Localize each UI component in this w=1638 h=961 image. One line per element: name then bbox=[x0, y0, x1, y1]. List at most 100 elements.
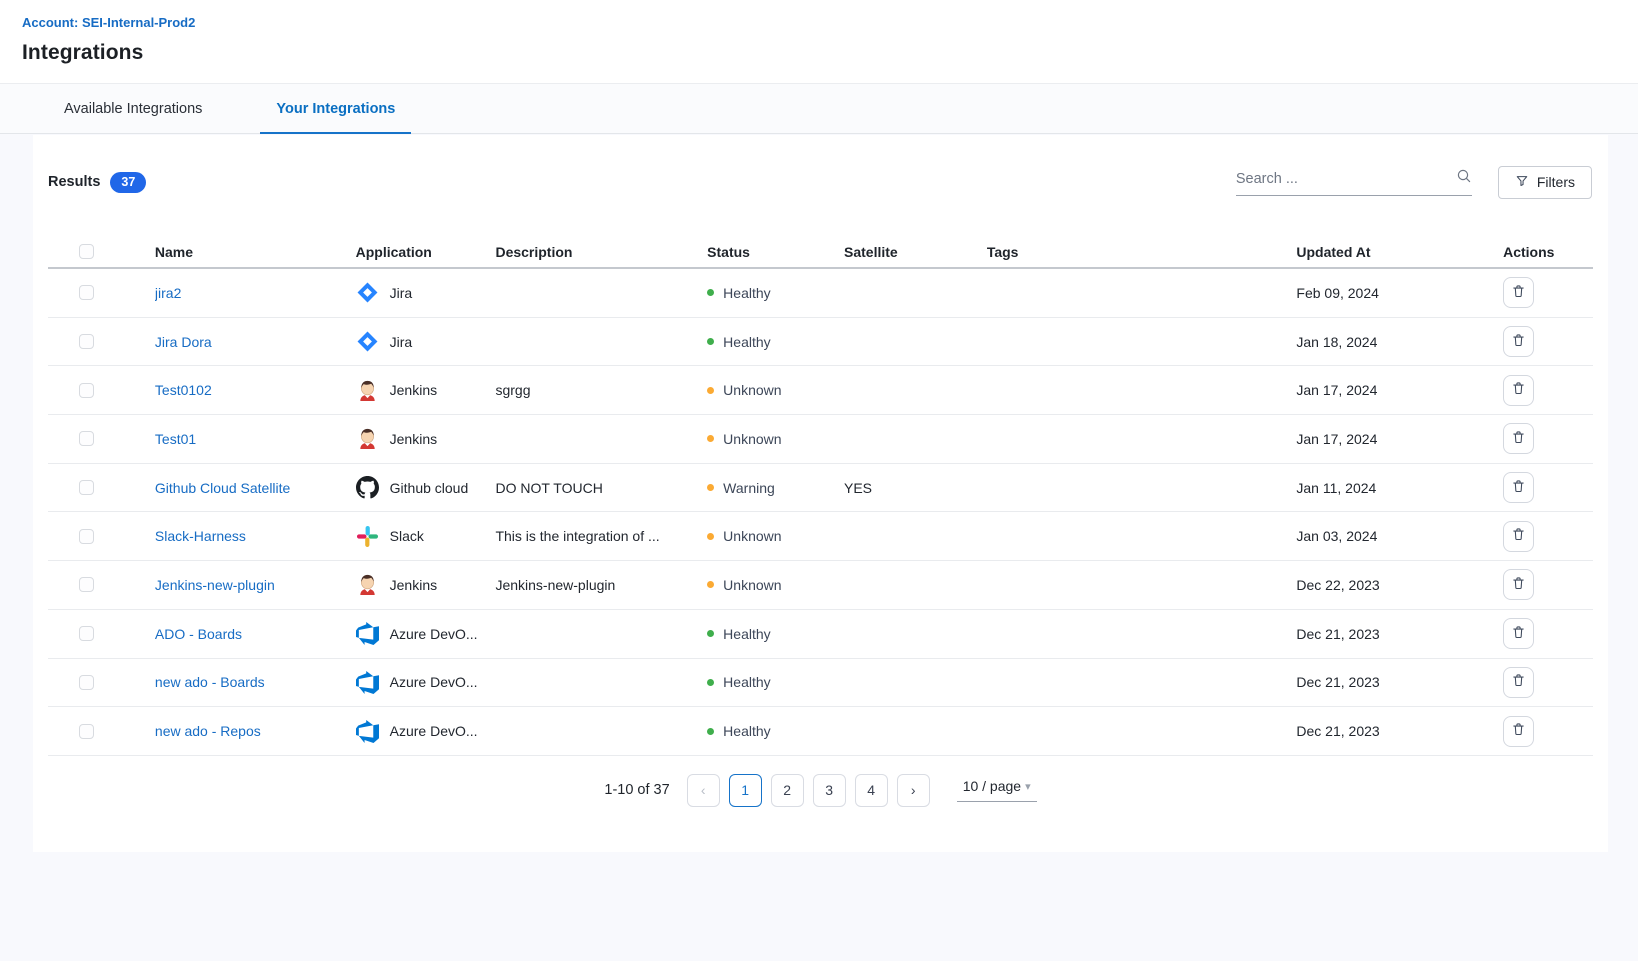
row-checkbox[interactable] bbox=[79, 577, 94, 592]
integration-name-link[interactable]: Test0102 bbox=[155, 382, 212, 398]
integration-name-link[interactable]: jira2 bbox=[155, 285, 181, 301]
pagination-page-1[interactable]: 1 bbox=[729, 774, 762, 807]
application-label: Azure DevO... bbox=[390, 674, 478, 690]
integration-name-link[interactable]: new ado - Repos bbox=[155, 723, 261, 739]
delete-button[interactable] bbox=[1503, 326, 1534, 357]
integration-name-link[interactable]: Slack-Harness bbox=[155, 528, 246, 544]
table-row: new ado - Boards Azure DevO... Healthy D… bbox=[48, 659, 1593, 708]
trash-icon bbox=[1511, 381, 1526, 399]
delete-button[interactable] bbox=[1503, 618, 1534, 649]
table-row: new ado - Repos Azure DevO... Healthy De… bbox=[48, 707, 1593, 756]
delete-button[interactable] bbox=[1503, 472, 1534, 503]
row-checkbox[interactable] bbox=[79, 431, 94, 446]
row-checkbox[interactable] bbox=[79, 675, 94, 690]
status-label: Healthy bbox=[723, 674, 770, 690]
delete-button[interactable] bbox=[1503, 423, 1534, 454]
tab-your-integrations[interactable]: Your Integrations bbox=[260, 84, 411, 133]
row-checkbox[interactable] bbox=[79, 334, 94, 349]
application-label: Jenkins bbox=[390, 577, 437, 593]
results-count-badge: 37 bbox=[110, 172, 146, 193]
column-header-application: Application bbox=[356, 244, 496, 260]
status-label: Unknown bbox=[723, 577, 781, 593]
tab-available-integrations[interactable]: Available Integrations bbox=[48, 84, 218, 133]
page-size-select[interactable]: 10 / page ▾ bbox=[957, 778, 1037, 802]
slack-icon bbox=[356, 525, 379, 548]
status-label: Unknown bbox=[723, 431, 781, 447]
status-label: Unknown bbox=[723, 528, 781, 544]
status-label: Warning bbox=[723, 480, 775, 496]
application-label: Slack bbox=[390, 528, 424, 544]
delete-button[interactable] bbox=[1503, 375, 1534, 406]
trash-icon bbox=[1511, 722, 1526, 740]
page-header: Account: SEI-Internal-Prod2 Integrations bbox=[0, 0, 1638, 84]
delete-button[interactable] bbox=[1503, 521, 1534, 552]
updated-at-value: Dec 21, 2023 bbox=[1296, 723, 1503, 739]
status-dot bbox=[707, 728, 714, 735]
row-checkbox[interactable] bbox=[79, 529, 94, 544]
delete-button[interactable] bbox=[1503, 569, 1534, 600]
filters-button[interactable]: Filters bbox=[1498, 166, 1592, 199]
trash-icon bbox=[1511, 527, 1526, 545]
pagination: 1-10 of 37 ‹ 1 2 3 4 › 10 / page ▾ bbox=[33, 774, 1608, 807]
row-checkbox[interactable] bbox=[79, 285, 94, 300]
select-all-checkbox[interactable] bbox=[79, 244, 94, 259]
integration-name-link[interactable]: new ado - Boards bbox=[155, 674, 265, 690]
table-row: Github Cloud Satellite Github cloud DO N… bbox=[48, 464, 1593, 513]
results-label: Results bbox=[48, 174, 100, 190]
table-row: Test01 Jenkins Unknown Jan 17, 2024 bbox=[48, 415, 1593, 464]
row-checkbox[interactable] bbox=[79, 480, 94, 495]
delete-button[interactable] bbox=[1503, 716, 1534, 747]
application-label: Jira bbox=[390, 334, 413, 350]
integration-name-link[interactable]: Jira Dora bbox=[155, 334, 212, 350]
description-text: This is the integration of ... bbox=[495, 528, 707, 544]
trash-icon bbox=[1511, 479, 1526, 497]
application-label: Jenkins bbox=[390, 431, 437, 447]
jenkins-icon bbox=[356, 573, 379, 596]
page-title: Integrations bbox=[22, 41, 1638, 65]
azuredevops-icon bbox=[356, 622, 379, 645]
integration-name-link[interactable]: Jenkins-new-plugin bbox=[155, 577, 275, 593]
updated-at-value: Dec 21, 2023 bbox=[1296, 674, 1503, 690]
status-dot bbox=[707, 581, 714, 588]
pagination-prev-button[interactable]: ‹ bbox=[687, 774, 720, 807]
account-breadcrumb-link[interactable]: Account: SEI-Internal-Prod2 bbox=[22, 15, 195, 30]
integrations-table: Name Application Description Status Sate… bbox=[48, 236, 1593, 756]
satellite-value: YES bbox=[844, 480, 987, 496]
tab-bar: Available Integrations Your Integrations bbox=[0, 84, 1638, 134]
pagination-page-4[interactable]: 4 bbox=[855, 774, 888, 807]
table-row: ADO - Boards Azure DevO... Healthy Dec 2… bbox=[48, 610, 1593, 659]
status-dot bbox=[707, 679, 714, 686]
chevron-down-icon: ▾ bbox=[1025, 780, 1031, 793]
azuredevops-icon bbox=[356, 671, 379, 694]
search-input[interactable] bbox=[1236, 171, 1456, 187]
trash-icon bbox=[1511, 673, 1526, 691]
pagination-page-2[interactable]: 2 bbox=[771, 774, 804, 807]
delete-button[interactable] bbox=[1503, 667, 1534, 698]
column-header-name: Name bbox=[155, 244, 356, 260]
table-row: Test0102 Jenkins sgrgg Unknown Jan 17, 2… bbox=[48, 366, 1593, 415]
row-checkbox[interactable] bbox=[79, 724, 94, 739]
integration-name-link[interactable]: ADO - Boards bbox=[155, 626, 242, 642]
status-dot bbox=[707, 484, 714, 491]
integration-name-link[interactable]: Test01 bbox=[155, 431, 196, 447]
jenkins-icon bbox=[356, 427, 379, 450]
status-dot bbox=[707, 630, 714, 637]
integration-name-link[interactable]: Github Cloud Satellite bbox=[155, 480, 290, 496]
trash-icon bbox=[1511, 625, 1526, 643]
status-label: Unknown bbox=[723, 382, 781, 398]
page-size-value: 10 / page bbox=[963, 778, 1021, 794]
row-checkbox[interactable] bbox=[79, 626, 94, 641]
pagination-range-label: 1-10 of 37 bbox=[604, 782, 669, 798]
column-header-satellite: Satellite bbox=[844, 244, 987, 260]
delete-button[interactable] bbox=[1503, 277, 1534, 308]
pagination-next-button[interactable]: › bbox=[897, 774, 930, 807]
pagination-page-3[interactable]: 3 bbox=[813, 774, 846, 807]
updated-at-value: Jan 03, 2024 bbox=[1296, 528, 1503, 544]
description-text: sgrgg bbox=[495, 382, 707, 398]
row-checkbox[interactable] bbox=[79, 383, 94, 398]
updated-at-value: Dec 21, 2023 bbox=[1296, 626, 1503, 642]
column-header-actions: Actions bbox=[1503, 244, 1593, 260]
trash-icon bbox=[1511, 576, 1526, 594]
table-header-row: Name Application Description Status Sate… bbox=[48, 236, 1593, 269]
description-text: Jenkins-new-plugin bbox=[495, 577, 707, 593]
